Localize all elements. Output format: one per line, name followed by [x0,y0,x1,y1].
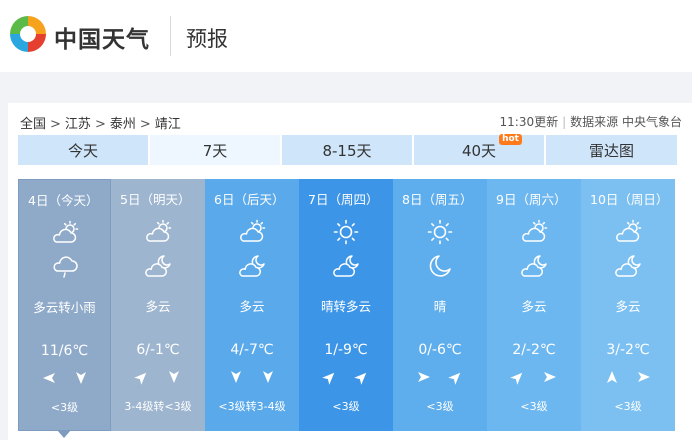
arrow-down-icon [75,372,86,384]
arrow-right-icon [544,372,556,382]
seven-day-forecast: 4日（今天） 多云转小雨 11/6℃ <3级 5日（明天） 多云 6/-1℃ 3-4级转<3级… [18,179,677,438]
temperature-range: 1/-9℃ [324,342,368,358]
wind-level: <3级 [614,400,642,413]
day-date: 5日（明天） [120,192,191,207]
tab-8-15days[interactable]: 8-15天 [282,135,412,165]
wind-direction [205,369,299,387]
logo-icon[interactable] [8,14,48,54]
cloudy-moon-icon [331,253,361,279]
update-time: 11:30更新 [499,115,559,129]
tab-radar[interactable]: 雷达图 [546,135,677,165]
wind-level: <3级 [426,400,454,413]
sun-icon [331,219,361,245]
wind-level: <3级 [50,401,79,414]
arrow-up-right-icon [134,372,147,385]
tab-label: 8-15天 [322,141,372,160]
cloudy-sun-icon [143,219,173,245]
day-date: 7日（周四） [308,192,379,207]
section-title: 预报 [186,27,228,51]
temperature-range: 11/6℃ [40,343,89,359]
header-divider [170,16,171,56]
arrow-up-icon [607,371,617,383]
temperature-range: 6/-1℃ [136,342,180,358]
weather-desc: 多云 [239,299,265,314]
weather-desc: 晴转多云 [320,299,371,314]
arrow-up-right-icon [354,372,367,385]
temperature-range: 3/-2℃ [606,342,650,358]
arrow-down-icon [231,371,241,383]
cloudy-moon-icon [143,253,173,279]
tab-label: 今天 [67,141,98,160]
brand-name[interactable]: 中国天气 [54,20,150,54]
light-rain-icon [50,254,80,280]
breadcrumb-item[interactable]: 泰州 [110,117,136,132]
day-date: 8日（周五） [402,192,473,207]
forecast-day[interactable]: 6日（后天） 多云 4/-7℃ <3级转3-4级 [205,179,299,431]
tab-40days[interactable]: 40天 hot [414,134,544,165]
wind-direction [111,369,205,387]
forecast-day[interactable]: 8日（周五） 晴 0/-6℃ <3级 [393,179,487,431]
arrow-up-right-icon [448,372,461,385]
top-bar: 中国天气 预报 [0,0,692,72]
cloudy-sun-icon [613,219,643,245]
wind-level: <3级 [332,400,360,413]
selected-caret [57,430,71,438]
breadcrumb-item[interactable]: 江苏 [65,117,91,132]
weather-desc: 多云 [521,299,547,314]
arrow-down-icon [169,371,179,383]
data-source: 数据来源 中央气象台 [570,115,682,129]
wind-direction [299,369,393,387]
arrow-right-icon [418,372,430,382]
cloudy-moon-icon [237,253,267,279]
cloudy-sun-icon [50,220,80,246]
tab-today[interactable]: 今天 [18,135,148,165]
forecast-card: 全国 > 江苏 > 泰州 > 靖江 11:30更新 | 数据来源 中央气象台 今天 7天 8-1… [8,103,692,440]
weather-desc: 多云转小雨 [33,300,96,315]
cloudy-sun-icon [237,219,267,245]
wind-direction [581,369,675,387]
day-date: 6日（后天） [214,192,285,207]
cloudy-moon-icon [613,253,643,279]
wind-direction [487,369,581,387]
arrow-down-icon [263,371,273,383]
forecast-day[interactable]: 9日（周六） 多云 2/-2℃ <3级 [487,179,581,431]
moon-icon [425,253,455,279]
arrow-right-icon [638,372,650,382]
weather-desc: 多云 [145,299,171,314]
wind-direction [393,369,487,387]
temperature-range: 4/-7℃ [230,342,274,358]
update-meta: 11:30更新 | 数据来源 中央气象台 [499,115,682,129]
arrow-up-right-icon [510,372,523,385]
tab-label: 雷达图 [588,141,634,160]
day-date: 4日（今天） [28,193,99,208]
weather-desc: 晴 [433,299,447,314]
breadcrumb-item[interactable]: 全国 [20,117,46,132]
tab-label: 7天 [202,141,228,160]
breadcrumb: 全国 > 江苏 > 泰州 > 靖江 [20,117,181,132]
forecast-day[interactable]: 5日（明天） 多云 6/-1℃ 3-4级转<3级 [111,179,205,431]
wind-level: 3-4级转<3级 [124,400,192,413]
breadcrumb-item[interactable]: 靖江 [155,117,181,132]
forecast-day[interactable]: 4日（今天） 多云转小雨 11/6℃ <3级 [18,179,111,438]
forecast-day[interactable]: 7日（周四） 晴转多云 1/-9℃ <3级 [299,179,393,431]
wind-level: <3级 [520,400,548,413]
arrow-left-icon [42,373,55,383]
temperature-range: 2/-2℃ [512,342,556,358]
wind-direction [19,370,110,388]
forecast-day[interactable]: 10日（周日） 多云 3/-2℃ <3级 [581,179,675,431]
arrow-up-right-icon [322,372,335,385]
day-date: 9日（周六） [496,192,567,207]
cloudy-moon-icon [519,253,549,279]
day-date: 10日（周日） [590,192,669,207]
cloudy-sun-icon [519,219,549,245]
wind-level: <3级转3-4级 [218,400,286,413]
forecast-tabs: 今天 7天 8-15天 40天 hot 雷达图 [18,134,677,165]
hot-badge: hot [499,134,522,145]
sun-icon [425,219,455,245]
temperature-range: 0/-6℃ [418,342,462,358]
tab-7days[interactable]: 7天 [150,135,280,165]
tab-label: 40天 [461,141,497,160]
weather-desc: 多云 [615,299,641,314]
